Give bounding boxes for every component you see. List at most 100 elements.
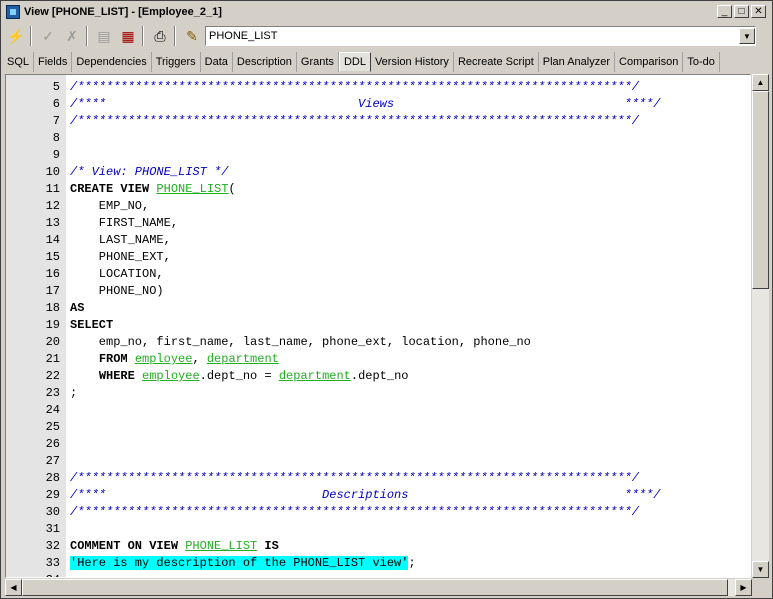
scroll-down-icon[interactable]: ▼: [752, 561, 769, 578]
sql-text: ;: [408, 556, 416, 570]
sql-comment: /***************************************…: [70, 505, 639, 519]
lightning-icon[interactable]: ⚡: [5, 25, 27, 47]
line-number: 28: [45, 471, 60, 485]
code-line: 13 FIRST_NAME,: [6, 215, 750, 232]
sql-identifier: employee: [142, 369, 200, 383]
code-text: PHONE_NO): [70, 283, 164, 300]
scroll-left-icon[interactable]: ◀: [5, 579, 22, 596]
code-lines: 5 /**************************************…: [6, 79, 750, 577]
list-icon[interactable]: ▤: [93, 25, 115, 47]
code-text: FROM employee, department: [70, 351, 279, 368]
code-text: emp_no, first_name, last_name, phone_ext…: [70, 334, 531, 351]
line-number: 7: [52, 114, 60, 128]
sql-keyword: COMMENT ON VIEW: [70, 539, 186, 553]
toolbar-separator: [30, 26, 32, 46]
code-text: /**** Descriptions ****/: [70, 487, 661, 504]
code-line: 26: [6, 436, 750, 453]
size-grip: [752, 579, 769, 596]
tab-ddl[interactable]: DDL: [338, 52, 371, 72]
tab-grants[interactable]: Grants: [297, 52, 339, 72]
tab-fields[interactable]: Fields: [34, 52, 73, 72]
toolbar-separator: [174, 26, 176, 46]
horizontal-scroll-thumb[interactable]: [22, 579, 728, 596]
tab-data[interactable]: Data: [201, 52, 233, 72]
code-text: CREATE VIEW PHONE_LIST(: [70, 181, 236, 198]
sql-text: (: [228, 182, 236, 196]
tab-dependencies[interactable]: Dependencies: [72, 52, 152, 72]
sql-identifier: PHONE_LIST: [185, 539, 258, 553]
tab-recreate-script[interactable]: Recreate Script: [454, 52, 539, 72]
line-number: 12: [45, 199, 60, 213]
code-line: 17 PHONE_NO): [6, 283, 750, 300]
vertical-scrollbar[interactable]: ▲ ▼: [752, 74, 769, 578]
scroll-right-icon[interactable]: ▶: [735, 579, 752, 596]
code-line: 19 SELECT: [6, 317, 750, 334]
sql-text: emp_no, first_name, last_name, phone_ext…: [70, 335, 531, 349]
line-number: 30: [45, 505, 60, 519]
tab-sql[interactable]: SQL: [3, 52, 35, 72]
line-number: 20: [45, 335, 60, 349]
close-button[interactable]: ✕: [751, 5, 766, 18]
sql-text: FIRST_NAME,: [70, 216, 179, 230]
code-text: EMP_NO,: [70, 198, 149, 215]
object-select[interactable]: PHONE_LIST ▼: [205, 26, 756, 46]
code-text: /* View: PHONE_LIST */: [70, 164, 228, 181]
sql-keyword: SELECT: [70, 318, 114, 332]
tab-plan-analyzer[interactable]: Plan Analyzer: [539, 52, 616, 72]
tab-comparison[interactable]: Comparison: [615, 52, 684, 72]
tab-version-history[interactable]: Version History: [371, 52, 454, 72]
vertical-scroll-thumb[interactable]: [752, 91, 769, 289]
sql-text: .dept_no: [350, 369, 409, 383]
line-number: 10: [45, 165, 60, 179]
wrench-icon[interactable]: ✎: [181, 25, 203, 47]
sql-keyword: IS: [257, 539, 279, 553]
code-line: 23;: [6, 385, 750, 402]
code-line: 31: [6, 521, 750, 538]
line-number: 22: [45, 369, 60, 383]
code-line: 20 emp_no, first_name, last_name, phone_…: [6, 334, 750, 351]
check-icon[interactable]: ✓: [37, 25, 59, 47]
minimize-button[interactable]: _: [717, 5, 732, 18]
line-number: 5: [52, 80, 60, 94]
sql-text: PHONE_NO): [70, 284, 164, 298]
line-number: 18: [45, 301, 60, 315]
chevron-down-icon[interactable]: ▼: [739, 28, 755, 44]
horizontal-scrollbar[interactable]: ◀ ▶: [5, 579, 752, 596]
sql-comment: /***************************************…: [70, 471, 639, 485]
line-number: 17: [45, 284, 60, 298]
print-icon[interactable]: ⎙: [149, 25, 171, 47]
code-text: /***************************************…: [70, 470, 639, 487]
cancel-icon[interactable]: ✗: [61, 25, 83, 47]
code-line: 34: [6, 572, 750, 577]
sql-text: ,: [192, 352, 207, 366]
code-line: 5 /**************************************…: [6, 79, 750, 96]
sql-text: ;: [70, 386, 78, 400]
line-number: 26: [45, 437, 60, 451]
sql-comment: /***************************************…: [70, 114, 639, 128]
sql-editor[interactable]: 5 /**************************************…: [5, 74, 751, 578]
line-number: 6: [52, 97, 60, 111]
maximize-button[interactable]: □: [734, 5, 749, 18]
code-text: ;: [70, 385, 77, 402]
code-line: 8: [6, 130, 750, 147]
tab-description[interactable]: Description: [233, 52, 297, 72]
code-line: 9: [6, 147, 750, 164]
tab-to-do[interactable]: To-do: [683, 52, 720, 72]
scroll-up-icon[interactable]: ▲: [752, 74, 769, 91]
tab-triggers[interactable]: Triggers: [152, 52, 201, 72]
code-line: 24: [6, 402, 750, 419]
code-text: /***************************************…: [70, 504, 639, 521]
code-line: 30 /*************************************…: [6, 504, 750, 521]
code-line: 27: [6, 453, 750, 470]
line-number: 29: [45, 488, 60, 502]
code-line: 22 WHERE employee.dept_no = department.d…: [6, 368, 750, 385]
sql-identifier: PHONE_LIST: [156, 182, 229, 196]
line-number: 25: [45, 420, 60, 434]
code-line: 18 AS: [6, 300, 750, 317]
calendar-icon[interactable]: ▦: [117, 25, 139, 47]
code-line: 11 CREATE VIEW PHONE_LIST(: [6, 181, 750, 198]
code-text: WHERE employee.dept_no = department.dept…: [70, 368, 409, 385]
toolbar-separator: [142, 26, 144, 46]
code-line: 25: [6, 419, 750, 436]
